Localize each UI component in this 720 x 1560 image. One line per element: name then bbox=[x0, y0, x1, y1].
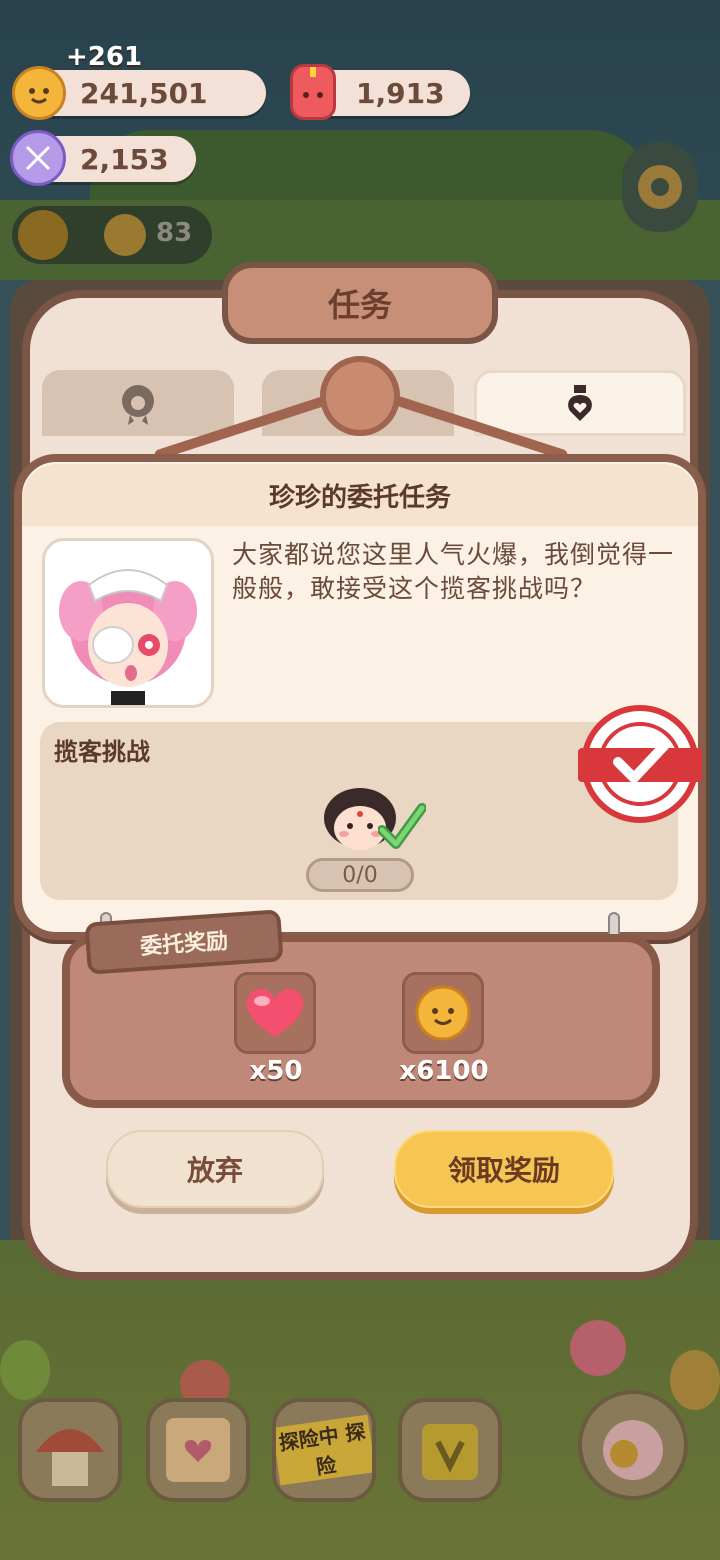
task-window-title: 任务 bbox=[222, 262, 498, 344]
tab-commission[interactable] bbox=[474, 370, 686, 436]
settings-gear-icon[interactable] bbox=[622, 142, 698, 232]
reward-qty-heart: x50 bbox=[249, 1056, 303, 1086]
candy-count: 2,153 bbox=[80, 142, 169, 176]
reward-item-heart[interactable] bbox=[234, 972, 316, 1054]
claim-reward-button[interactable]: 领取奖励 bbox=[394, 1130, 614, 1208]
cookie-count: 241,501 bbox=[80, 76, 208, 110]
nav-alarm-pet[interactable] bbox=[578, 1390, 688, 1500]
checkmark-icon bbox=[378, 803, 426, 849]
badge-paw-icon bbox=[122, 385, 154, 425]
cookie-gain-text: +261 bbox=[66, 42, 143, 72]
hanging-knob bbox=[320, 356, 400, 436]
nav-mushroom-house[interactable] bbox=[18, 1398, 122, 1502]
adventure-tape-text: 探险中 探险 bbox=[276, 1414, 372, 1486]
chick-icon bbox=[104, 214, 146, 256]
villager-figure bbox=[570, 1320, 626, 1376]
candle-count: 1,913 bbox=[356, 76, 445, 110]
reward-item-cookie[interactable] bbox=[402, 972, 484, 1054]
completed-stamp-icon bbox=[578, 705, 702, 823]
dialog-message: 大家都说您这里人气火爆，我倒觉得一般般，敢接受这个揽客挑战吗？ bbox=[232, 540, 675, 603]
tab-achievements[interactable] bbox=[42, 370, 234, 436]
shop-bag-icon bbox=[422, 1424, 478, 1480]
nav-recipe-book[interactable] bbox=[146, 1398, 250, 1502]
cookie-icon bbox=[415, 985, 471, 1041]
recipe-book-icon bbox=[166, 1418, 230, 1482]
villager-figure bbox=[0, 1340, 50, 1400]
dialog-title: 珍珍的委托任务 bbox=[22, 464, 698, 526]
cookie-icon bbox=[12, 66, 66, 120]
nav-shop[interactable] bbox=[398, 1398, 502, 1502]
bottle-heart-icon bbox=[568, 385, 592, 421]
client-portrait bbox=[42, 538, 214, 708]
challenge-progress: 0/0 bbox=[306, 858, 414, 892]
abandon-button-label: 放弃 bbox=[186, 1154, 243, 1187]
nav-adventure[interactable]: 探险中 探险 bbox=[272, 1398, 376, 1502]
candle-icon bbox=[290, 64, 336, 120]
progress-text: 0/0 bbox=[342, 862, 378, 888]
challenge-title: 揽客挑战 bbox=[54, 738, 150, 766]
candy-icon bbox=[10, 130, 66, 186]
abandon-button[interactable]: 放弃 bbox=[106, 1130, 324, 1208]
claim-reward-button-label: 领取奖励 bbox=[447, 1154, 560, 1187]
sun-icon bbox=[18, 210, 68, 260]
village-count: 83 bbox=[156, 218, 193, 248]
heart-icon bbox=[246, 988, 304, 1037]
village-badge[interactable]: 83 bbox=[12, 206, 212, 264]
mushroom-house-icon bbox=[36, 1429, 104, 1486]
alarm-clock-icon bbox=[603, 1420, 663, 1480]
reward-qty-cookie: x6100 bbox=[399, 1056, 489, 1086]
